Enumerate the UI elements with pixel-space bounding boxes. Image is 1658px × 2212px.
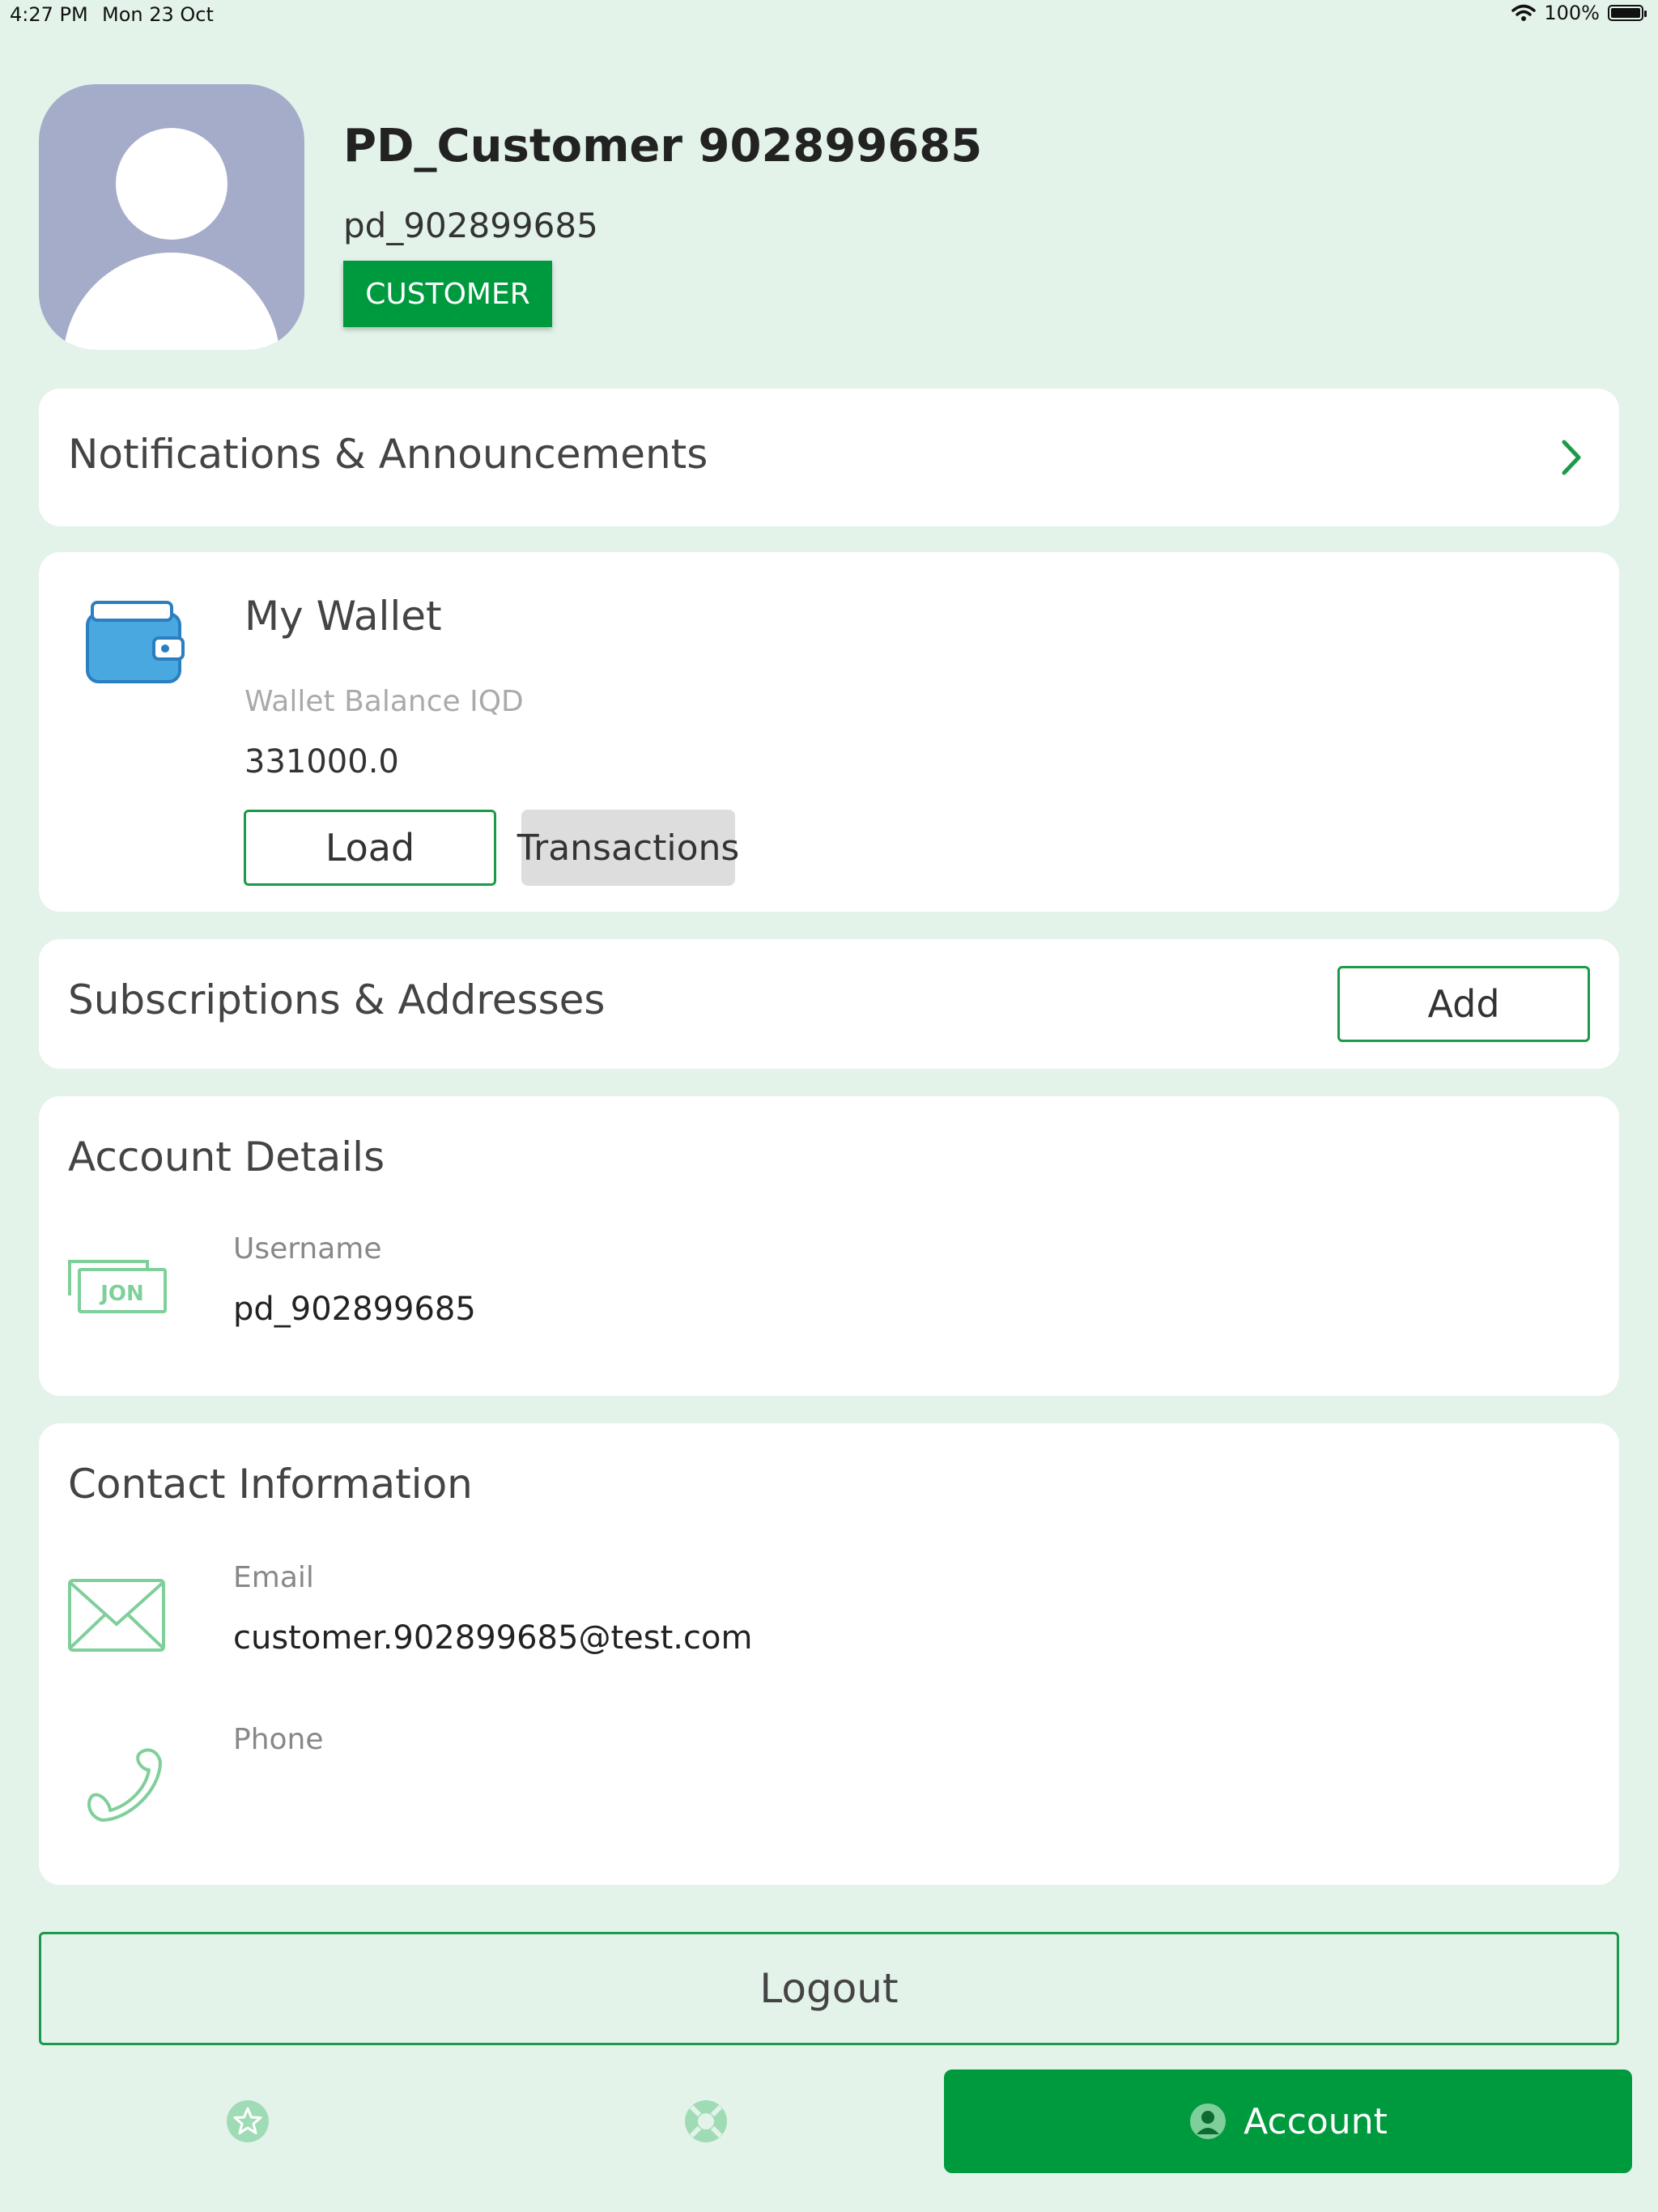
- nav-favorites[interactable]: [223, 2097, 272, 2146]
- email-icon: [68, 1579, 165, 1652]
- wallet-title: My Wallet: [244, 593, 442, 640]
- add-subscription-button[interactable]: Add: [1337, 966, 1590, 1042]
- id-icon-text: JON: [99, 1282, 144, 1306]
- contact-title: Contact Information: [68, 1461, 473, 1508]
- email-value[interactable]: customer.902899685@test.com: [233, 1619, 752, 1657]
- wallet-balance-value: 331000.0: [244, 743, 399, 781]
- nav-account-label: Account: [1244, 2100, 1388, 2142]
- phone-label: Phone: [233, 1723, 324, 1756]
- subscriptions-title: Subscriptions & Addresses: [68, 976, 606, 1023]
- chevron-right-icon: [1562, 440, 1581, 475]
- battery-percent: 100%: [1544, 2, 1600, 24]
- wallet-card: My Wallet Wallet Balance IQD 331000.0 Lo…: [39, 552, 1619, 912]
- id-card-icon: JON: [68, 1260, 167, 1313]
- user-circle-icon: [1190, 2104, 1226, 2139]
- username-value: pd_902899685: [233, 1291, 476, 1328]
- battery-icon: [1608, 5, 1647, 21]
- wallet-icon: [86, 601, 185, 683]
- email-label: Email: [233, 1561, 314, 1594]
- account-details-card: Account Details JON Username pd_90289968…: [39, 1096, 1619, 1396]
- notifications-title: Notifications & Announcements: [68, 431, 708, 478]
- logout-button[interactable]: Logout: [39, 1932, 1619, 2045]
- status-bar: 4:27 PM Mon 23 Oct 100%: [0, 0, 1658, 32]
- account-details-title: Account Details: [68, 1134, 385, 1180]
- subscriptions-card: Subscriptions & Addresses Add: [39, 939, 1619, 1069]
- profile-name: PD_Customer 902899685: [343, 120, 983, 172]
- profile-username: pd_902899685: [343, 206, 598, 245]
- lifebuoy-icon: [685, 2100, 727, 2142]
- avatar[interactable]: [39, 84, 304, 350]
- transactions-button[interactable]: Transactions: [517, 810, 739, 886]
- load-button[interactable]: Load: [244, 810, 496, 886]
- nav-account-tab[interactable]: Account: [944, 2069, 1632, 2173]
- nav-support[interactable]: [682, 2097, 730, 2146]
- star-badge-icon: [227, 2100, 269, 2142]
- contact-card: Contact Information Email customer.90289…: [39, 1423, 1619, 1885]
- status-date: Mon 23 Oct: [102, 3, 214, 26]
- username-label: Username: [233, 1232, 382, 1266]
- wifi-icon: [1511, 4, 1537, 21]
- status-right: 100%: [1511, 2, 1647, 24]
- role-badge: CUSTOMER: [343, 261, 552, 327]
- wallet-balance-label: Wallet Balance IQD: [244, 685, 524, 718]
- status-time: 4:27 PM: [10, 3, 88, 26]
- phone-icon: [87, 1748, 162, 1822]
- notifications-card[interactable]: Notifications & Announcements: [39, 389, 1619, 526]
